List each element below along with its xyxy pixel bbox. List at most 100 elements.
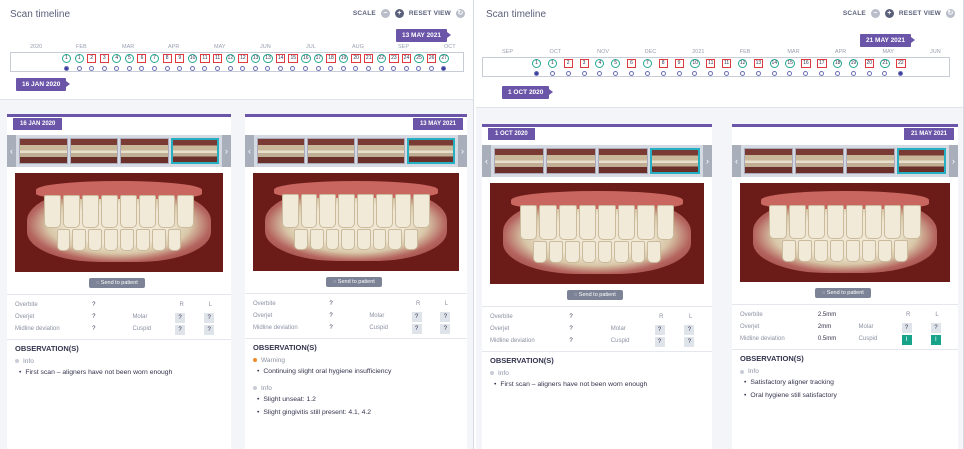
photo-thumbnail[interactable] xyxy=(650,148,700,174)
scan-dot[interactable] xyxy=(101,66,107,71)
scan-marker[interactable]: 25 xyxy=(414,54,424,63)
start-date-flag[interactable]: 16 JAN 2020 xyxy=(16,78,71,91)
scan-marker[interactable]: 10 xyxy=(690,59,700,68)
scan-dot[interactable] xyxy=(340,66,346,71)
scan-marker[interactable]: 11 xyxy=(706,59,716,68)
scan-marker[interactable]: 8 xyxy=(162,54,172,63)
scan-dot[interactable] xyxy=(126,66,132,71)
scan-dot[interactable] xyxy=(152,66,158,71)
scan-dot[interactable] xyxy=(755,71,761,76)
scan-dot[interactable] xyxy=(534,71,539,76)
scan-marker[interactable]: 19 xyxy=(338,54,349,63)
scan-marker[interactable]: 13 xyxy=(250,54,261,63)
chevron-left-icon[interactable]: ‹ xyxy=(482,145,491,177)
scan-marker[interactable]: 1 xyxy=(532,59,541,68)
scan-dot[interactable] xyxy=(644,71,650,76)
scan-dot[interactable] xyxy=(739,71,745,76)
reset-view-button[interactable]: RESET VIEW xyxy=(899,10,941,17)
scan-marker[interactable]: 24 xyxy=(401,54,412,63)
photo-thumbnail[interactable] xyxy=(546,148,596,174)
scan-marker[interactable]: 5 xyxy=(124,54,134,63)
scan-dot[interactable] xyxy=(252,66,258,71)
scan-marker[interactable]: 10 xyxy=(187,54,198,63)
scan-marker[interactable]: 15 xyxy=(288,54,298,63)
photo-thumbnail[interactable] xyxy=(744,148,793,174)
scan-marker[interactable]: 21 xyxy=(363,54,374,63)
scan-marker[interactable]: 1 xyxy=(62,54,71,63)
scan-marker[interactable]: 12 xyxy=(225,54,236,63)
scan-dot[interactable] xyxy=(660,71,666,76)
scan-marker[interactable]: 12 xyxy=(238,54,248,63)
scan-dot[interactable] xyxy=(265,66,271,71)
scan-dot[interactable] xyxy=(565,71,571,76)
chevron-right-icon[interactable]: › xyxy=(703,145,712,177)
photo-thumbnail[interactable] xyxy=(120,138,169,164)
photo-thumbnail[interactable] xyxy=(846,148,895,174)
scan-marker[interactable]: 11 xyxy=(722,59,732,68)
intraoral-photo[interactable] xyxy=(490,183,704,285)
scan-marker[interactable]: 11 xyxy=(212,54,223,63)
scan-dot[interactable] xyxy=(428,66,434,71)
scan-marker[interactable]: 13 xyxy=(263,54,273,63)
end-date-flag[interactable]: 13 MAY 2021 xyxy=(396,29,452,42)
scan-marker[interactable]: 12 xyxy=(737,59,748,68)
scan-dot[interactable] xyxy=(214,66,220,71)
scan-marker[interactable]: 1 xyxy=(74,54,84,63)
scan-dot[interactable] xyxy=(708,71,714,76)
scan-dot[interactable] xyxy=(549,71,555,76)
scan-dot[interactable] xyxy=(629,71,634,76)
scan-dot[interactable] xyxy=(114,66,120,71)
scan-dot[interactable] xyxy=(202,66,208,71)
zoom-in-icon[interactable]: + xyxy=(884,9,894,18)
scan-marker[interactable]: 13 xyxy=(753,59,764,68)
scan-marker[interactable]: 20 xyxy=(351,54,361,63)
chevron-right-icon[interactable]: › xyxy=(458,135,467,167)
scan-dot[interactable] xyxy=(692,71,698,76)
scan-dot[interactable] xyxy=(227,66,233,71)
scan-marker[interactable]: 1 xyxy=(547,59,557,68)
scan-marker[interactable]: 6 xyxy=(627,59,636,68)
photo-thumbnail[interactable] xyxy=(795,148,844,174)
scan-dot[interactable] xyxy=(303,66,309,71)
scan-dot[interactable] xyxy=(277,66,283,71)
scan-marker[interactable]: 18 xyxy=(832,59,843,68)
reset-icon[interactable]: ↻ xyxy=(946,9,955,18)
scan-dot[interactable] xyxy=(365,66,371,71)
scan-marker[interactable]: 5 xyxy=(611,59,621,68)
scan-marker[interactable]: 6 xyxy=(137,54,147,63)
scan-dot[interactable] xyxy=(391,66,397,71)
scan-dot[interactable] xyxy=(882,71,888,76)
scan-marker[interactable]: 9 xyxy=(674,59,684,68)
scan-marker[interactable]: 11 xyxy=(200,54,210,63)
send-to-patient-button[interactable]: ◌ Send to patient xyxy=(567,290,623,301)
scan-marker[interactable]: 8 xyxy=(658,59,668,68)
scan-dot[interactable] xyxy=(724,71,729,76)
scan-dot[interactable] xyxy=(290,66,296,71)
scan-marker[interactable]: 22 xyxy=(376,54,387,63)
scan-marker[interactable]: 7 xyxy=(642,59,652,68)
scan-marker[interactable]: 2 xyxy=(563,59,573,68)
scan-dot[interactable] xyxy=(416,66,422,71)
start-date-flag[interactable]: 1 OCT 2020 xyxy=(502,86,554,99)
chevron-right-icon[interactable]: › xyxy=(949,145,958,177)
scan-dot[interactable] xyxy=(403,66,409,71)
scan-marker[interactable]: 3 xyxy=(99,54,109,63)
photo-thumbnail[interactable] xyxy=(598,148,648,174)
scan-dot[interactable] xyxy=(353,66,359,71)
scan-marker[interactable]: 14 xyxy=(769,59,780,68)
photo-thumbnail[interactable] xyxy=(69,138,118,164)
scan-dot[interactable] xyxy=(803,71,809,76)
scan-dot[interactable] xyxy=(164,66,170,71)
scan-dot[interactable] xyxy=(177,66,183,71)
scan-dot[interactable] xyxy=(139,66,145,71)
photo-thumbnail[interactable] xyxy=(407,138,455,164)
zoom-out-icon[interactable]: − xyxy=(870,9,880,18)
scan-dot[interactable] xyxy=(441,66,447,71)
scan-marker[interactable]: 9 xyxy=(175,54,185,63)
scan-marker[interactable]: 26 xyxy=(426,54,437,63)
scan-marker[interactable]: 22 xyxy=(896,59,906,68)
scan-marker[interactable]: 20 xyxy=(864,59,875,68)
scan-dot[interactable] xyxy=(89,66,95,71)
scan-dot[interactable] xyxy=(315,66,321,71)
scan-marker[interactable]: 17 xyxy=(817,59,827,68)
